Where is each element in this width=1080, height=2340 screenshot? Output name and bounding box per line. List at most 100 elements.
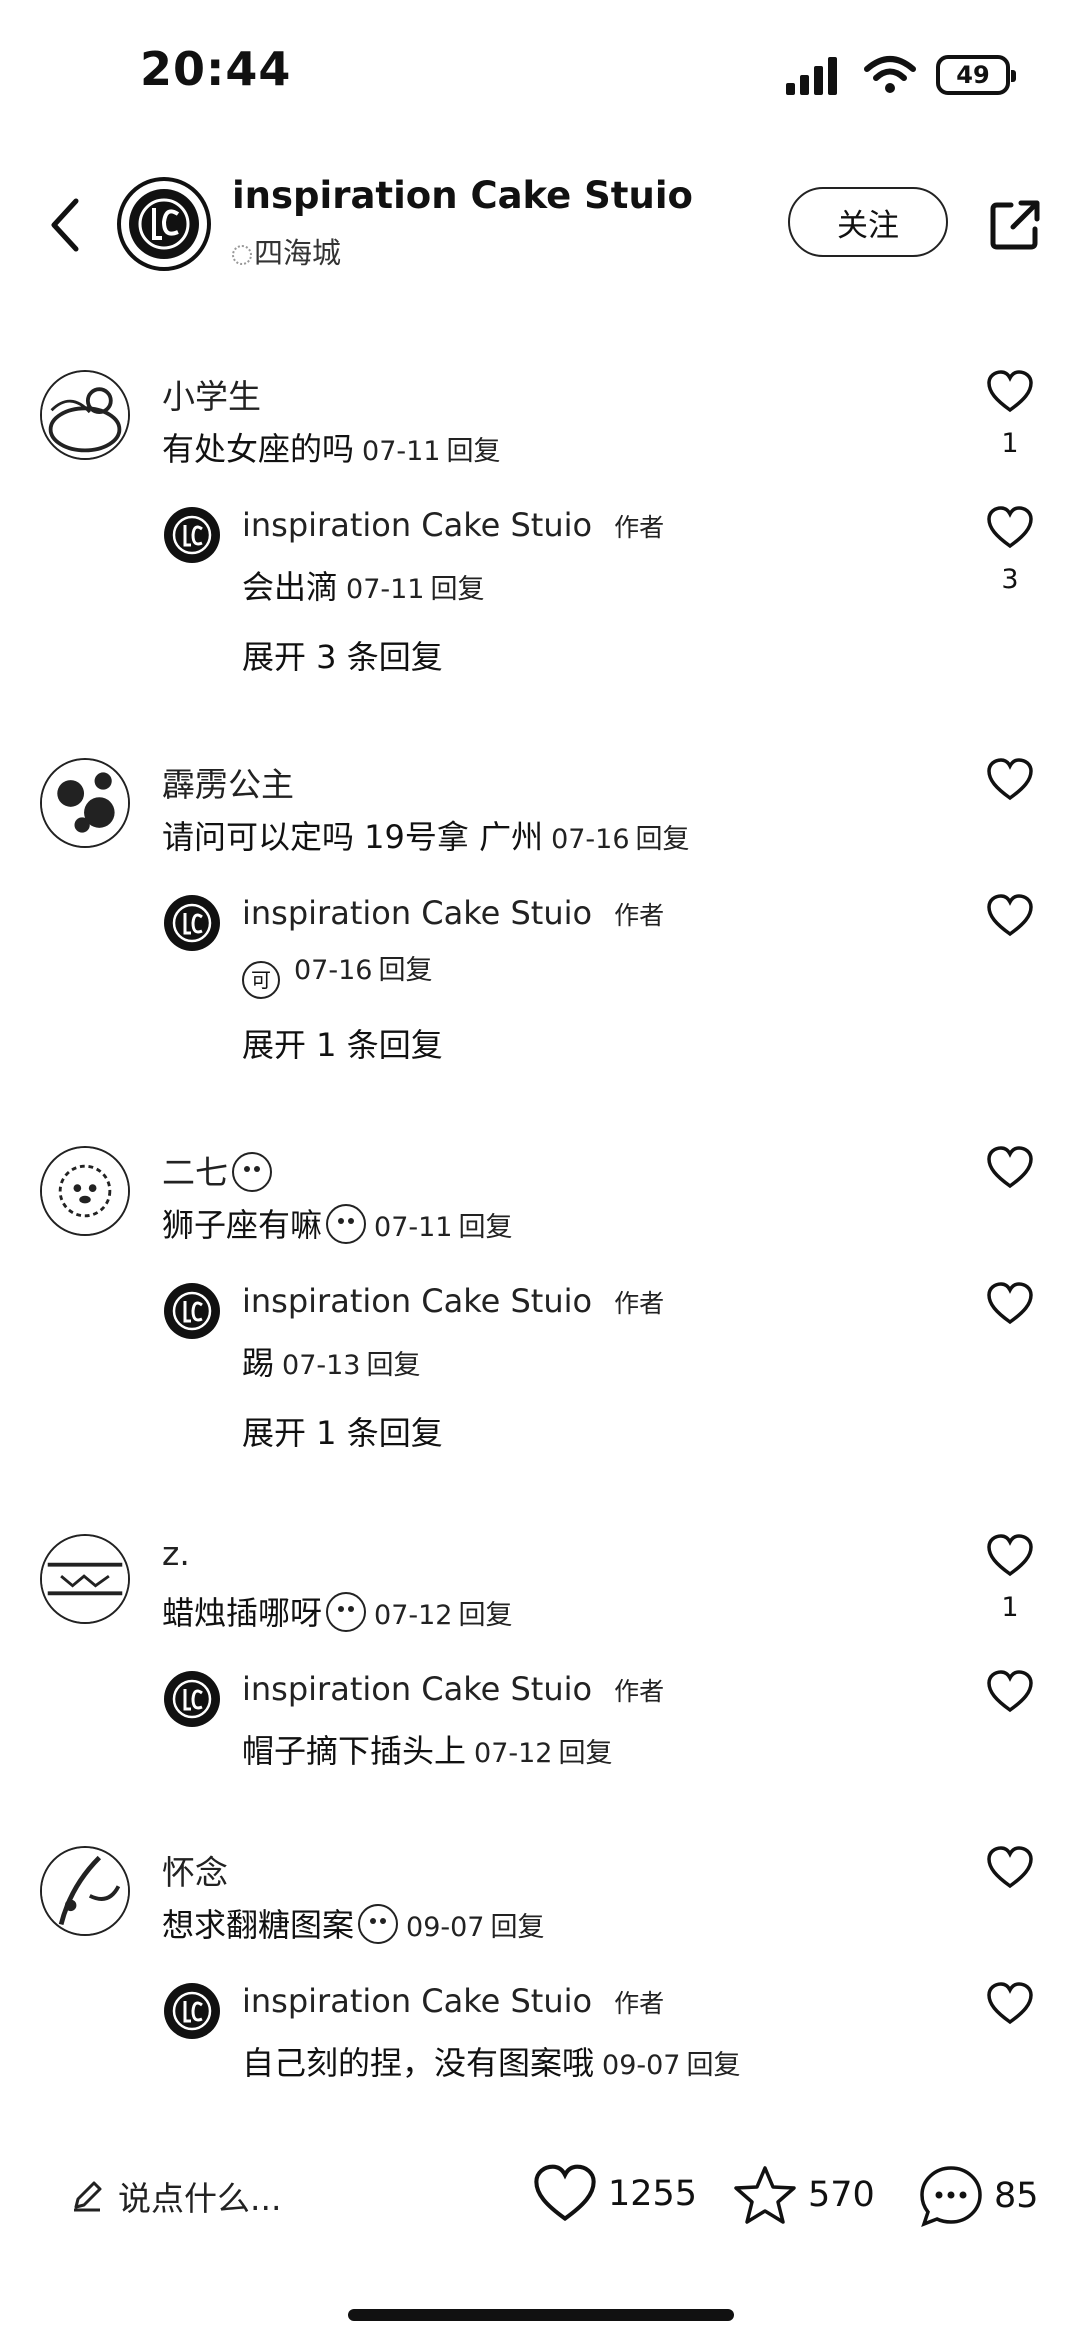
signal-icon — [786, 57, 837, 95]
reply-username[interactable]: inspiration Cake Stuio 作者 — [242, 1670, 664, 1708]
comment-username[interactable]: z. — [162, 1534, 190, 1573]
shop-avatar[interactable] — [116, 176, 212, 272]
emoji-icon — [326, 1204, 367, 1244]
status-icons: 49 — [784, 50, 1016, 100]
reply-body: 会出滴 — [242, 568, 339, 606]
expand-replies-button[interactable]: 展开 3 条回复 — [242, 632, 443, 678]
comment-body: 有处女座的吗 — [162, 430, 355, 468]
like-button[interactable] — [980, 1670, 1040, 1714]
expand-replies-button[interactable]: 展开 1 条回复 — [242, 1020, 443, 1066]
reply-link[interactable]: 回复 — [366, 1350, 420, 1381]
author-avatar[interactable] — [162, 1669, 222, 1729]
like-button[interactable] — [980, 894, 1040, 938]
comment-text[interactable]: 有处女座的吗 07-11 回复 — [162, 424, 500, 470]
comment-input[interactable]: 说点什么... — [70, 2172, 281, 2220]
reply-link[interactable]: 回复 — [636, 824, 690, 855]
reply-date: 09-07 — [602, 2050, 681, 2081]
heart-icon — [534, 2164, 596, 2222]
heart-icon — [987, 370, 1033, 413]
user-avatar[interactable] — [40, 370, 130, 460]
user-avatar[interactable] — [40, 1534, 130, 1624]
comment-username[interactable]: 小学生 — [162, 370, 261, 418]
follow-button[interactable]: 关注 — [788, 187, 948, 257]
like-button[interactable] — [980, 1146, 1040, 1190]
comment-username[interactable]: 二七 — [162, 1146, 272, 1194]
reply-username[interactable]: inspiration Cake Stuio 作者 — [242, 1982, 664, 2020]
heart-icon — [987, 1282, 1033, 1325]
heart-icon — [987, 1146, 1033, 1189]
reply-link[interactable]: 回复 — [558, 1738, 612, 1769]
author-avatar[interactable] — [162, 1281, 222, 1341]
reply-username-label: inspiration Cake Stuio — [242, 1282, 593, 1320]
like-button[interactable] — [980, 1846, 1040, 1890]
comment-item: 小学生 有处女座的吗 07-11 回复 1 inspiration Cake Stu… — [0, 370, 1080, 690]
heart-icon — [987, 1846, 1033, 1889]
comment-count: 85 — [994, 2176, 1039, 2216]
reply-link[interactable]: 回复 — [446, 436, 500, 467]
comment-text[interactable]: 蜡烛插哪呀 07-12 回复 — [162, 1588, 512, 1634]
comment-username[interactable]: 怀念 — [162, 1846, 228, 1894]
shop-location-label: 四海城 — [254, 236, 342, 270]
comments-button[interactable]: 85 — [918, 2164, 1039, 2228]
like-button[interactable] — [980, 1282, 1040, 1326]
reply-text[interactable]: 帽子摘下插头上 07-12 回复 — [242, 1726, 612, 1772]
comment-item: z. 蜡烛插哪呀 07-12 回复 1 inspiration Cake Stuio… — [0, 1534, 1080, 1770]
reply-link[interactable]: 回复 — [430, 574, 484, 605]
favorite-button[interactable]: 570 — [732, 2164, 875, 2226]
sticker-emoji: 可 — [242, 961, 280, 999]
like-total-button[interactable]: 1255 — [532, 2164, 697, 2224]
author-badge: 作者 — [614, 1677, 665, 1706]
comment-bubble-icon — [920, 2166, 982, 2227]
comment-body: 想求翻糖图案 — [162, 1906, 355, 1944]
heart-icon — [987, 894, 1033, 937]
shop-location: 四海城 — [232, 230, 341, 272]
reply-username[interactable]: inspiration Cake Stuio 作者 — [242, 894, 664, 932]
like-button[interactable]: 3 — [980, 506, 1040, 595]
reply-link[interactable]: 回复 — [490, 1912, 544, 1943]
comment-username[interactable]: 霹雳公主 — [162, 758, 294, 806]
reply-username[interactable]: inspiration Cake Stuio 作者 — [242, 1282, 664, 1320]
reply-link[interactable]: 回复 — [378, 955, 432, 986]
reply-link[interactable]: 回复 — [458, 1600, 512, 1631]
reply-date: 07-16 — [294, 955, 373, 986]
like-button[interactable]: 1 — [980, 1534, 1040, 1623]
back-button[interactable] — [40, 190, 90, 260]
reply-text[interactable]: 自己刻的捏，没有图案哦 09-07 回复 — [242, 2038, 740, 2084]
reply-text[interactable]: 会出滴 07-11 回复 — [242, 562, 484, 608]
comment-body: 狮子座有嘛 — [162, 1206, 323, 1244]
author-avatar[interactable] — [162, 1981, 222, 2041]
reply-text[interactable]: 踢 07-13 回复 — [242, 1338, 420, 1384]
reply-text[interactable]: 可 07-16 回复 — [242, 948, 432, 999]
reply-username-label: inspiration Cake Stuio — [242, 894, 593, 932]
reply-username[interactable]: inspiration Cake Stuio 作者 — [242, 506, 664, 544]
reply-body: 踢 — [242, 1344, 275, 1382]
emoji-icon — [326, 1592, 367, 1632]
like-button[interactable] — [980, 758, 1040, 802]
home-indicator[interactable] — [348, 2309, 734, 2321]
location-icon — [232, 245, 252, 265]
comment-text[interactable]: 请问可以定吗 19号拿 广州 07-16 回复 — [162, 812, 690, 858]
smile-emoji-icon — [232, 1152, 272, 1192]
expand-replies-button[interactable]: 展开 1 条回复 — [242, 1408, 443, 1454]
user-avatar[interactable] — [40, 1146, 130, 1236]
author-badge: 作者 — [614, 1289, 665, 1318]
author-avatar[interactable] — [162, 505, 222, 565]
battery-icon: 49 — [936, 55, 1016, 95]
share-button[interactable] — [980, 190, 1050, 260]
comment-text[interactable]: 狮子座有嘛 07-11 回复 — [162, 1200, 512, 1246]
shop-name[interactable]: inspiration Cake Stuio — [232, 174, 693, 217]
user-avatar[interactable] — [40, 758, 130, 848]
like-button[interactable] — [980, 1982, 1040, 2026]
heart-icon — [987, 1982, 1033, 2025]
heart-icon — [987, 1670, 1033, 1713]
reply-link[interactable]: 回复 — [458, 1212, 512, 1243]
reply-body: 自己刻的捏，没有图案哦 — [242, 2044, 595, 2082]
user-avatar[interactable] — [40, 1846, 130, 1936]
comment-username-label: 二七 — [162, 1153, 228, 1192]
comment-text[interactable]: 想求翻糖图案 09-07 回复 — [162, 1900, 544, 1946]
like-button[interactable]: 1 — [980, 370, 1040, 459]
reply-link[interactable]: 回复 — [686, 2050, 740, 2081]
author-badge: 作者 — [614, 513, 665, 542]
reply-username-label: inspiration Cake Stuio — [242, 1982, 593, 2020]
author-avatar[interactable] — [162, 893, 222, 953]
